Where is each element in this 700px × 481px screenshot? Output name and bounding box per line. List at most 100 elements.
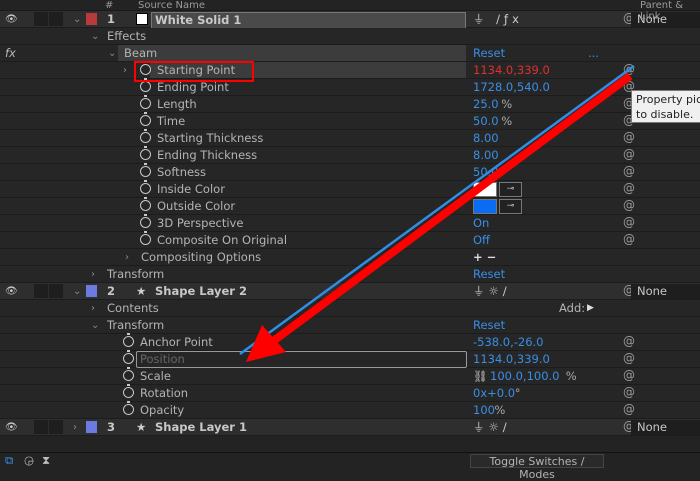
property-value[interactable]: 0x+0.0 (473, 386, 515, 401)
stopwatch-icon[interactable] (140, 129, 151, 143)
property-name: Inside Color (157, 182, 225, 196)
position-name-input[interactable] (136, 351, 467, 368)
property-name: Opacity (140, 403, 185, 417)
chevron-down-icon[interactable]: ⌄ (91, 318, 99, 333)
reset-link[interactable]: Reset (473, 267, 505, 282)
eyedropper-icon[interactable]: ⊸ (499, 199, 522, 214)
stopwatch-icon[interactable] (140, 197, 151, 211)
stopwatch-icon[interactable] (123, 401, 134, 415)
property-value[interactable]: 1134.0,339.0 (473, 63, 550, 78)
property-value[interactable]: 100.0,100.0 (490, 369, 560, 384)
more-options[interactable]: ... (588, 46, 599, 61)
property-value[interactable]: 50.0 (473, 165, 499, 180)
pick-whip-icon[interactable]: @ (623, 215, 635, 229)
toggle-switches-modes-button[interactable]: Toggle Switches / Modes (470, 454, 604, 481)
group-row: › Compositing Options + − (0, 249, 700, 266)
group-name: Transform (107, 318, 165, 332)
pick-whip-icon[interactable]: @ (623, 385, 635, 399)
chevron-down-icon[interactable]: ⌄ (108, 46, 116, 61)
pick-whip-icon[interactable]: @ (623, 232, 635, 246)
chevron-right-icon[interactable]: › (91, 301, 95, 316)
pick-whip-icon[interactable]: @ (623, 181, 635, 195)
pick-whip-icon[interactable]: @ (623, 351, 635, 365)
reset-link[interactable]: Reset (473, 46, 505, 61)
property-value[interactable]: 1134.0,339.0 (473, 352, 550, 367)
layer-number: 2 (107, 284, 116, 298)
pick-whip-icon[interactable]: @ (623, 62, 635, 76)
stopwatch-icon[interactable] (140, 146, 151, 160)
lock-switch[interactable] (49, 284, 63, 298)
stopwatch-icon[interactable] (140, 231, 151, 245)
stopwatch-icon[interactable] (140, 112, 151, 126)
color-swatch[interactable] (473, 199, 497, 214)
comp-flowchart-icon[interactable]: ⧉ (5, 453, 13, 468)
solo-switch[interactable] (34, 284, 48, 298)
pick-whip-icon[interactable]: @ (623, 368, 635, 382)
fx-icon[interactable]: fx (5, 46, 16, 61)
layer-name[interactable]: Shape Layer 2 (155, 284, 247, 299)
unit-label: % (565, 369, 577, 383)
parent-dropdown[interactable]: None (631, 420, 700, 435)
reset-link[interactable]: Reset (473, 318, 505, 333)
property-value[interactable]: 8.00 (473, 131, 499, 146)
property-value[interactable]: 100 (473, 403, 495, 418)
render-time-icon[interactable]: ◶ (24, 453, 34, 467)
label-color[interactable] (86, 285, 97, 297)
pick-whip-icon[interactable]: @ (623, 130, 635, 144)
label-color[interactable] (86, 13, 97, 25)
group-row: ⌄ Beam Reset fx... (0, 45, 700, 62)
add-remove-mask-buttons[interactable]: + − (473, 250, 496, 265)
lock-switch[interactable] (49, 420, 63, 434)
chevron-down-icon[interactable]: ⌄ (73, 284, 81, 299)
chevron-right-icon[interactable]: › (91, 267, 95, 282)
stopwatch-icon[interactable] (140, 214, 151, 228)
stopwatch-icon[interactable] (123, 384, 134, 398)
chevron-right-icon[interactable]: › (73, 420, 77, 435)
stopwatch-icon[interactable] (123, 333, 134, 347)
property-value[interactable]: 50.0 (473, 114, 499, 129)
source-name-header[interactable]: Source Name (138, 0, 205, 11)
label-color[interactable] (86, 421, 97, 433)
stopwatch-icon[interactable] (123, 350, 134, 364)
pick-whip-icon[interactable]: @ (623, 164, 635, 178)
property-value[interactable]: 25.0 (473, 97, 499, 112)
stopwatch-icon[interactable] (140, 163, 151, 177)
parent-dropdown[interactable]: None (631, 284, 700, 299)
pick-whip-icon[interactable]: @ (623, 198, 635, 212)
chevron-right-icon[interactable]: › (123, 63, 127, 78)
property-value[interactable]: Off (473, 233, 490, 248)
property-name: Softness (157, 165, 207, 179)
solo-switch[interactable] (34, 420, 48, 434)
property-value[interactable]: 8.00 (473, 148, 499, 163)
stopwatch-icon[interactable] (140, 95, 151, 109)
color-swatch[interactable] (473, 182, 497, 197)
layer-name[interactable]: White Solid 1 (151, 12, 466, 29)
layer-number: 3 (107, 420, 116, 434)
pick-whip-icon[interactable]: @ (623, 147, 635, 161)
layer-switches[interactable]: ⏚ ∕ƒx (473, 12, 523, 27)
frame-blending-icon[interactable]: ⧗ (42, 453, 50, 468)
pick-whip-icon[interactable]: @ (623, 402, 635, 416)
property-value[interactable]: On (473, 216, 489, 231)
layer-switches[interactable]: ⏚☼∕ (473, 284, 511, 299)
solo-switch[interactable] (34, 12, 48, 26)
property-value[interactable]: -538.0,-26.0 (473, 335, 543, 350)
constrain-link-icon[interactable]: ⛓ (473, 369, 488, 384)
add-button[interactable]: Add: (559, 301, 585, 316)
chevron-down-icon[interactable]: ⌄ (91, 29, 99, 44)
chevron-down-icon[interactable]: ⌄ (73, 12, 81, 27)
eyedropper-icon[interactable]: ⊸ (499, 182, 522, 197)
lock-switch[interactable] (49, 12, 63, 26)
play-circle-icon[interactable]: ▶ (587, 301, 594, 316)
visibility-eye-icon[interactable]: 👁 (5, 12, 18, 27)
visibility-eye-icon[interactable]: 👁 (5, 284, 18, 299)
layer-name[interactable]: Shape Layer 1 (155, 420, 247, 435)
stopwatch-icon[interactable] (140, 78, 151, 92)
visibility-eye-icon[interactable]: 👁 (5, 420, 18, 435)
layer-switches[interactable]: ⏚☼∕ (473, 420, 511, 435)
property-value[interactable]: 1728.0,540.0 (473, 80, 550, 95)
chevron-right-icon[interactable]: › (125, 250, 129, 265)
stopwatch-icon[interactable] (123, 367, 134, 381)
pick-whip-icon[interactable]: @ (623, 334, 635, 348)
stopwatch-icon[interactable] (140, 180, 151, 194)
